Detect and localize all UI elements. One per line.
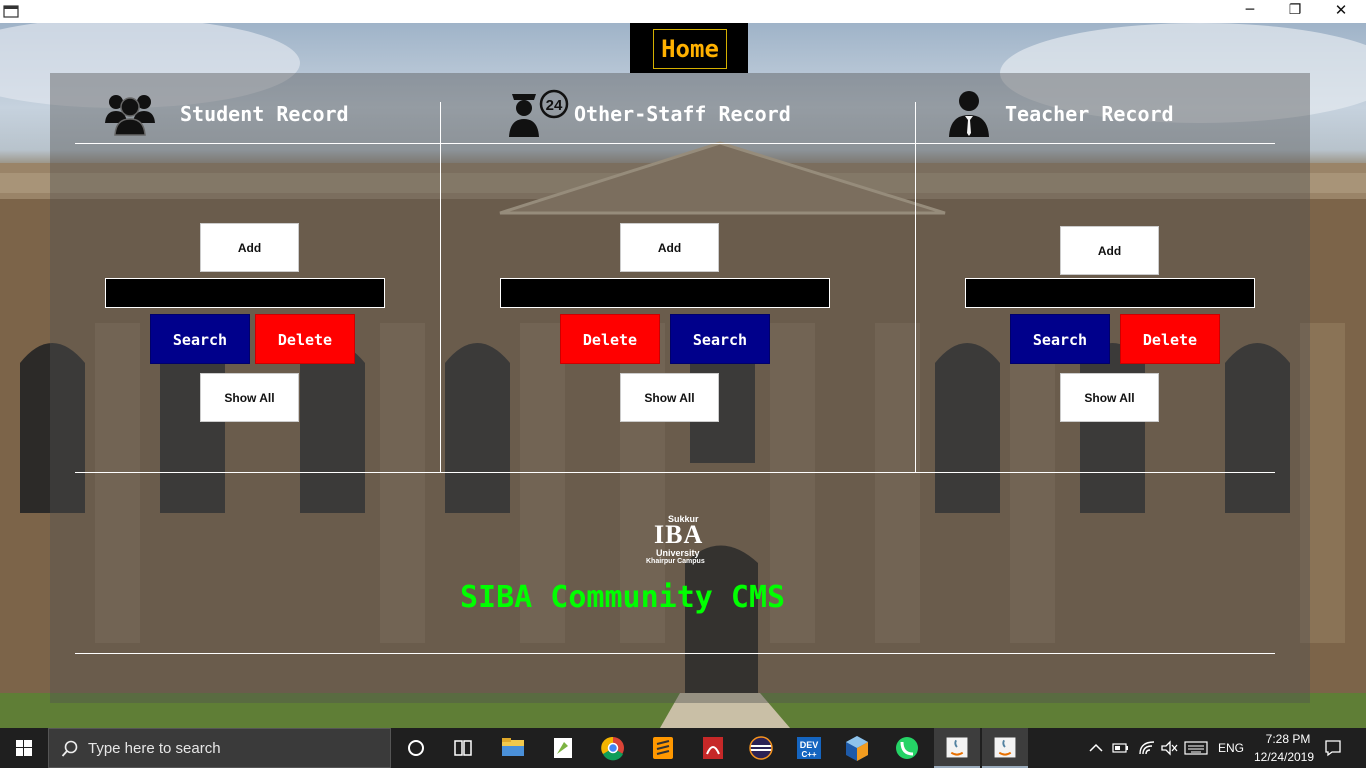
chevron-up-icon[interactable] [1088, 741, 1104, 755]
clock-date[interactable]: 12/24/2019 [1251, 750, 1317, 764]
java-app-icon [3, 5, 19, 18]
sublime-icon[interactable] [640, 728, 686, 768]
teacher-icon [949, 91, 989, 137]
logo-main-text: IBA [654, 520, 704, 549]
close-button[interactable]: ✕ [1318, 0, 1364, 23]
home-button[interactable]: Home [653, 29, 727, 69]
staff-show-all-button[interactable]: Show All [620, 373, 719, 422]
whatsapp-icon[interactable] [884, 728, 930, 768]
logo-line2-text: Khairpur Campus [646, 558, 705, 565]
java-icon[interactable] [934, 728, 980, 768]
devcpp-icon[interactable]: DEVC++ [786, 728, 832, 768]
notification-icon[interactable] [1324, 739, 1342, 757]
staff-24h-icon: 24 [509, 89, 569, 137]
battery-icon[interactable] [1112, 741, 1130, 755]
teacher-search-input[interactable] [965, 278, 1255, 308]
other-staff-record-title: Other-Staff Record [574, 102, 791, 126]
windows-start-icon[interactable] [0, 728, 48, 768]
window-titlebar: ─ ❐ ✕ [0, 0, 1366, 23]
student-show-all-button[interactable]: Show All [200, 373, 299, 422]
header-divider [75, 143, 1275, 144]
teacher-record-title: Teacher Record [1005, 102, 1174, 126]
staff-search-button[interactable]: Search [670, 314, 770, 364]
pdf-icon[interactable] [690, 728, 736, 768]
maximize-button[interactable]: ❐ [1272, 0, 1318, 23]
student-delete-button[interactable]: Delete [255, 314, 355, 364]
staff-delete-button[interactable]: Delete [560, 314, 660, 364]
wifi-icon[interactable] [1138, 740, 1156, 756]
student-record-title: Student Record [180, 102, 349, 126]
keyboard-icon[interactable] [1184, 740, 1208, 756]
staff-add-button[interactable]: Add [620, 223, 719, 272]
file-explorer-icon[interactable] [490, 728, 536, 768]
column-divider-left [440, 102, 441, 473]
cortana-icon[interactable] [393, 728, 439, 768]
student-search-input[interactable] [105, 278, 385, 308]
logo-line1-text: University [656, 548, 700, 558]
minimize-button[interactable]: ─ [1227, 0, 1273, 23]
section-divider [75, 472, 1275, 473]
siba-logo: Sukkur IBA University Khairpur Campus [640, 514, 720, 576]
teacher-delete-button[interactable]: Delete [1120, 314, 1220, 364]
language-indicator[interactable]: ENG [1218, 741, 1244, 755]
taskbar-search-placeholder: Type here to search [88, 740, 221, 757]
windows-taskbar: Type here to search DEV C++ ENG 7:28 PM 1… [0, 728, 1366, 768]
column-divider-right [915, 102, 916, 473]
task-view-icon[interactable] [440, 728, 486, 768]
volume-muted-icon[interactable] [1160, 740, 1178, 756]
search-icon [61, 740, 78, 757]
chrome-icon[interactable] [590, 728, 636, 768]
student-add-button[interactable]: Add [200, 223, 299, 272]
teacher-show-all-button[interactable]: Show All [1060, 373, 1159, 422]
svg-text:C++: C++ [801, 750, 816, 759]
clock-time[interactable]: 7:28 PM [1260, 732, 1316, 746]
teacher-add-button[interactable]: Add [1060, 226, 1159, 275]
teacher-search-button[interactable]: Search [1010, 314, 1110, 364]
footer-divider [75, 653, 1275, 654]
notepad-plus-icon[interactable] [540, 728, 586, 768]
staff-search-input[interactable] [500, 278, 830, 308]
java-active-icon[interactable] [982, 728, 1028, 768]
student-search-button[interactable]: Search [150, 314, 250, 364]
students-group-icon [105, 95, 155, 136]
app-brand-title: SIBA Community CMS [460, 580, 786, 615]
svg-text:DEV: DEV [800, 740, 819, 750]
svg-text:24: 24 [546, 97, 563, 114]
virtualbox-icon[interactable] [834, 728, 880, 768]
eclipse-icon[interactable] [738, 728, 784, 768]
